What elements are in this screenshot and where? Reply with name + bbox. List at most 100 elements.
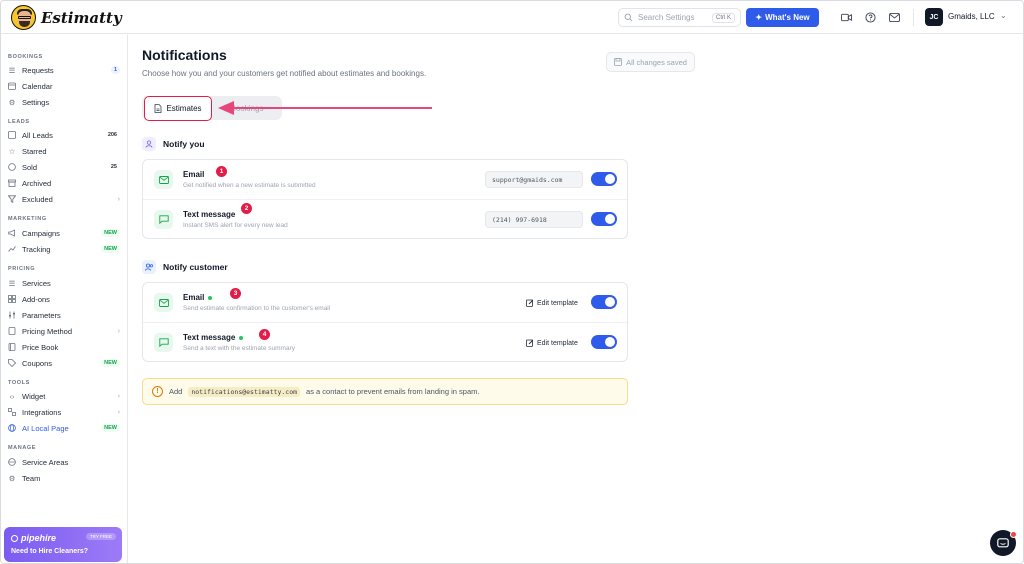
sidebar-item-starred[interactable]: ☆ Starred (8, 144, 120, 158)
edit-template-label: Edit template (537, 339, 578, 347)
save-status: All changes saved (606, 52, 695, 72)
sidebar-item-calendar[interactable]: Calendar (8, 79, 120, 93)
sidebar-item-excluded[interactable]: Excluded › (8, 192, 120, 206)
promo-brand-name: pipehire (21, 533, 57, 543)
sidebar-item-coupons[interactable]: Coupons NEW (8, 356, 120, 370)
tab-estimates[interactable]: Estimates (144, 95, 212, 121)
mail-icon[interactable] (887, 10, 901, 24)
chevron-down-icon[interactable]: ⌄ (1000, 11, 1007, 20)
logo[interactable]: Estimatty (11, 5, 122, 30)
page-title: Notifications (142, 47, 227, 63)
sidebar-item-campaigns[interactable]: Campaigns NEW (8, 226, 120, 240)
sidebar-item-add-ons[interactable]: Add-ons (8, 292, 120, 306)
search-input[interactable]: Search Settings Ctrl K (618, 8, 741, 27)
sidebar-item-label: Tracking (22, 244, 51, 254)
new-badge: NEW (101, 359, 120, 367)
sms-toggle[interactable] (591, 212, 617, 226)
row-title: Text message (183, 333, 244, 342)
chart-icon (8, 245, 16, 253)
users-icon (8, 131, 16, 139)
sidebar-item-widget[interactable]: ‹› Widget › (8, 389, 121, 403)
app-window: Estimatty Search Settings Ctrl K ✦ What'… (0, 0, 1024, 564)
phone-field[interactable]: (214) 997-6918 (485, 211, 583, 228)
tag-icon (8, 359, 16, 367)
sliders-icon (8, 311, 16, 319)
list-icon: ☰ (8, 278, 16, 288)
search-placeholder: Search Settings (638, 13, 695, 22)
row-title-text: Text message (183, 210, 236, 219)
new-badge: NEW (101, 229, 120, 237)
email-field[interactable]: support@gmaids.com (485, 171, 583, 188)
annotation-marker: 4 (259, 329, 270, 340)
customer-sms-toggle[interactable] (591, 335, 617, 349)
email-toggle[interactable] (591, 172, 617, 186)
sidebar-item-label: Service Areas (22, 457, 69, 467)
row-subtitle: Get notified when a new estimate is subm… (183, 182, 316, 189)
customer-email-toggle[interactable] (591, 295, 617, 309)
row-title-text: Email (183, 170, 205, 179)
notify-you-sms-row: Text message Instant SMS alert for every… (143, 199, 627, 238)
sidebar-item-label: Price Book (22, 342, 59, 352)
sidebar-item-label: Archived (22, 178, 52, 188)
sidebar-item-tracking[interactable]: Tracking NEW (8, 242, 120, 256)
notify-customer-title: Notify customer (163, 262, 228, 272)
avatar[interactable]: JC (925, 8, 943, 26)
calendar-icon (8, 82, 16, 90)
sidebar-item-archived[interactable]: Archived (8, 176, 120, 190)
promo-brand: pipehire (11, 533, 56, 543)
company-switcher[interactable]: Gmaids, LLC (948, 12, 995, 21)
section-pricing: PRICING (8, 266, 36, 272)
sidebar: BOOKINGS ☰ Requests 1 Calendar ⚙ Setting… (1, 35, 128, 563)
topbar-divider (913, 9, 914, 26)
sidebar-item-label: Parameters (22, 310, 61, 320)
sidebar-item-parameters[interactable]: Parameters (8, 308, 120, 322)
sidebar-item-sold[interactable]: Sold 25 (8, 160, 120, 174)
sparkle-icon: ✦ (755, 13, 763, 22)
sidebar-item-pricing-method[interactable]: Pricing Method › (8, 324, 120, 338)
tab-estimates-label: Estimates (166, 103, 202, 113)
save-icon (614, 58, 622, 66)
status-dot (239, 335, 244, 340)
globe-icon (8, 458, 16, 466)
whats-new-button[interactable]: ✦ What's New (746, 8, 819, 27)
page-subtitle: Choose how you and your customers get no… (142, 69, 427, 78)
edit-template-button[interactable]: Edit template (526, 296, 578, 310)
sidebar-item-label: AI Local Page (22, 423, 69, 433)
sidebar-item-label: Widget (22, 391, 46, 401)
edit-icon (526, 299, 534, 307)
code-icon: ‹› (9, 391, 15, 401)
row-title: Text message (183, 210, 235, 219)
sidebar-item-label: Settings (22, 97, 50, 107)
notify-customer-sms-row: Text message Send a text with the estima… (143, 322, 627, 361)
row-subtitle: Send a text with the estimate summary (183, 345, 295, 352)
sidebar-item-all-leads[interactable]: All Leads 206 (8, 128, 120, 142)
edit-template-button[interactable]: Edit template (526, 336, 578, 350)
sidebar-item-label: Services (22, 278, 51, 288)
annotation-marker: 2 (241, 203, 252, 214)
grid-icon (8, 295, 16, 303)
document-icon (8, 327, 16, 335)
sidebar-item-settings[interactable]: ⚙ Settings (8, 95, 120, 109)
sidebar-item-requests[interactable]: ☰ Requests 1 (8, 63, 120, 77)
sidebar-item-price-book[interactable]: Price Book (8, 340, 120, 354)
warning-icon: ! (152, 386, 163, 397)
video-icon[interactable] (839, 10, 853, 24)
gear-icon: ⚙ (8, 473, 16, 483)
promo-banner[interactable]: pipehire TRY FREE Need to Hire Cleaners? (4, 527, 122, 562)
sidebar-item-integrations[interactable]: Integrations › (8, 405, 120, 419)
chevron-right-icon: › (117, 392, 120, 400)
sidebar-item-team[interactable]: ⚙ Team (8, 471, 120, 485)
sidebar-item-service-areas[interactable]: Service Areas (8, 455, 120, 469)
help-icon[interactable] (863, 10, 877, 24)
new-badge: NEW (101, 424, 120, 432)
search-shortcut: Ctrl K (712, 12, 735, 23)
sidebar-item-services[interactable]: ☰ Services (8, 276, 120, 290)
document-icon (155, 103, 162, 113)
mail-icon (154, 170, 173, 189)
chevron-right-icon: › (117, 408, 120, 416)
pipehire-logo-icon (11, 534, 18, 542)
chat-icon (997, 537, 1009, 547)
section-bookings: BOOKINGS (8, 54, 43, 60)
sidebar-item-ai-local-page[interactable]: AI Local Page NEW (8, 421, 120, 435)
top-bar: Estimatty Search Settings Ctrl K ✦ What'… (1, 1, 1023, 34)
